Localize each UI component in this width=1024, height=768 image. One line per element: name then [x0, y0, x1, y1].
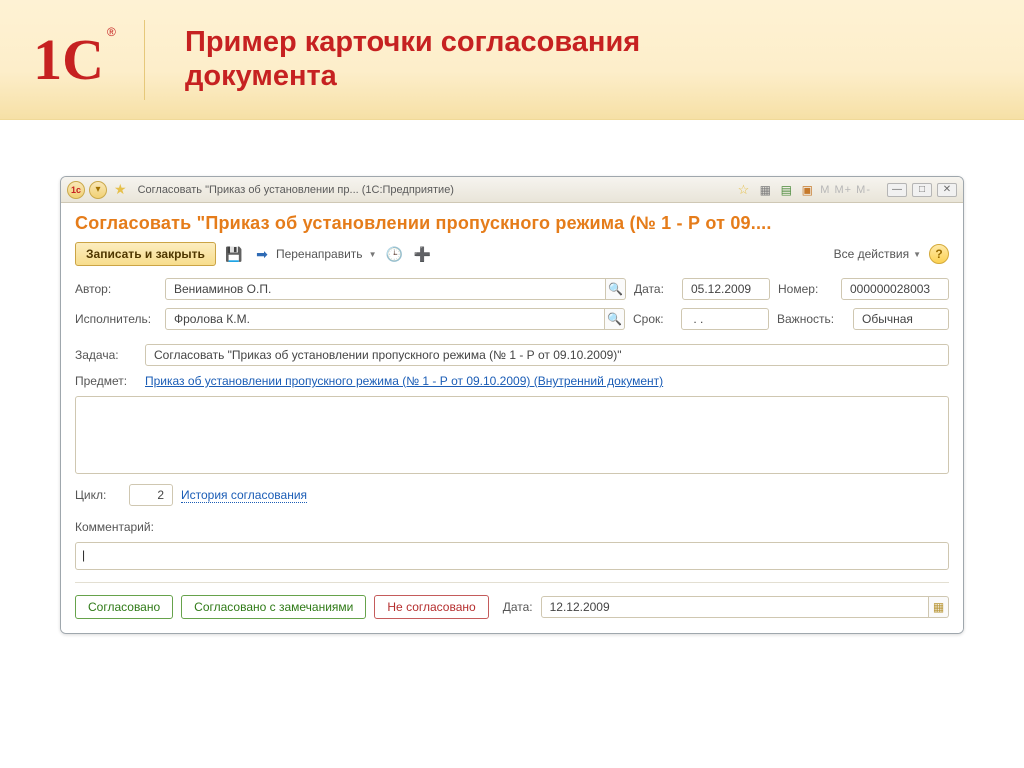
task-field[interactable] — [145, 344, 949, 366]
document-title: Согласовать "Приказ об установлении проп… — [75, 213, 949, 234]
titlebar-left: 1c ▾ ★ Согласовать "Приказ об установлен… — [67, 181, 454, 199]
decision-date-label: Дата: — [503, 600, 533, 614]
author-input[interactable] — [172, 281, 599, 297]
forward-menu[interactable]: ➡ Перенаправить ▼ — [252, 244, 377, 264]
date-input[interactable] — [689, 281, 763, 297]
title-line: документа — [185, 60, 640, 93]
forward-label: Перенаправить — [276, 247, 363, 261]
stage: 1c ▾ ★ Согласовать "Приказ об установлен… — [0, 120, 1024, 634]
subject-link[interactable]: Приказ об установлении пропускного режим… — [145, 374, 663, 388]
description-area[interactable] — [75, 396, 949, 474]
clock-icon[interactable]: 🕒 — [384, 244, 404, 264]
close-button[interactable]: ✕ — [937, 183, 957, 197]
app-window: 1c ▾ ★ Согласовать "Приказ об установлен… — [60, 176, 964, 634]
divider — [144, 20, 145, 100]
history-link[interactable]: История согласования — [181, 488, 307, 503]
importance-label: Важность: — [777, 312, 845, 326]
page-title: Пример карточки согласования документа — [185, 26, 640, 93]
separator — [75, 582, 949, 583]
importance-input[interactable] — [860, 311, 942, 327]
number-input[interactable] — [848, 281, 942, 297]
calendar-icon[interactable]: ▣ — [799, 182, 815, 198]
rejected-button[interactable]: Не согласовано — [374, 595, 488, 619]
all-actions-menu[interactable]: Все действия ▼ — [834, 247, 921, 261]
grid-icon[interactable]: ▦ — [757, 182, 773, 198]
comment-label-row: Комментарий: — [75, 520, 949, 534]
importance-field[interactable] — [853, 308, 949, 330]
star-icon[interactable]: ★ — [114, 181, 127, 198]
decision-bar: Согласовано Согласовано с замечаниями Не… — [75, 595, 949, 619]
add-icon[interactable]: ➕ — [412, 244, 432, 264]
text-caret: | — [82, 548, 85, 562]
date-field[interactable] — [682, 278, 770, 300]
task-row: Задача: — [75, 344, 949, 366]
chevron-down-icon: ▼ — [913, 250, 921, 259]
executor-input[interactable] — [172, 311, 598, 327]
deadline-input[interactable] — [688, 311, 762, 327]
page-header: 1С® Пример карточки согласования докумен… — [0, 0, 1024, 120]
comment-label: Комментарий: — [75, 520, 154, 534]
author-field-group: 🔍 — [165, 278, 626, 300]
calculator-icon[interactable]: ▤ — [778, 182, 794, 198]
executor-field-group: 🔍 — [165, 308, 625, 330]
decision-date-field[interactable] — [541, 596, 929, 618]
deadline-label: Срок: — [633, 312, 673, 326]
author-row: Автор: 🔍 Дата: Номер: — [75, 278, 949, 300]
save-icon[interactable]: 💾 — [224, 244, 244, 264]
task-input[interactable] — [152, 347, 942, 363]
approved-button[interactable]: Согласовано — [75, 595, 173, 619]
favorite-icon[interactable]: ☆ — [738, 182, 750, 198]
cycle-field[interactable] — [129, 484, 173, 506]
toolbar: Записать и закрыть 💾 ➡ Перенаправить ▼ 🕒… — [75, 242, 949, 266]
client-area: Согласовать "Приказ об установлении проп… — [61, 203, 963, 633]
executor-label: Исполнитель: — [75, 312, 157, 326]
number-field[interactable] — [841, 278, 949, 300]
maximize-button[interactable]: □ — [912, 183, 932, 197]
lookup-icon[interactable]: 🔍 — [605, 308, 625, 330]
executor-field[interactable] — [165, 308, 605, 330]
help-icon[interactable]: ? — [929, 244, 949, 264]
chevron-down-icon: ▼ — [369, 250, 377, 259]
comment-field[interactable]: | — [75, 542, 949, 570]
memory-indicators: М М+ М- — [820, 184, 871, 196]
cycle-row: Цикл: История согласования — [75, 484, 949, 506]
cycle-input[interactable] — [136, 487, 166, 503]
executor-row: Исполнитель: 🔍 Срок: Важность: — [75, 308, 949, 330]
title-line: Пример карточки согласования — [185, 26, 640, 59]
minimize-button[interactable]: — — [887, 183, 907, 197]
titlebar-right: ☆ ▦ ▤ ▣ М М+ М- — □ ✕ — [735, 182, 957, 198]
approved-notes-button[interactable]: Согласовано с замечаниями — [181, 595, 366, 619]
dropdown-button[interactable]: ▾ — [89, 181, 107, 199]
all-actions-label: Все действия — [834, 247, 909, 261]
date-label: Дата: — [634, 282, 674, 296]
logo: 1С® — [18, 25, 128, 95]
window-titlebar: 1c ▾ ★ Согласовать "Приказ об установлен… — [61, 177, 963, 203]
decision-date-group: ▦ — [541, 596, 949, 618]
number-label: Номер: — [778, 282, 833, 296]
subject-label: Предмет: — [75, 374, 137, 388]
lookup-icon[interactable]: 🔍 — [606, 278, 626, 300]
author-label: Автор: — [75, 282, 157, 296]
registered-icon: ® — [107, 25, 116, 39]
subject-row: Предмет: Приказ об установлении пропускн… — [75, 374, 949, 388]
app-logo-icon: 1c — [71, 185, 81, 195]
app-menu-button[interactable]: 1c — [67, 181, 85, 199]
task-label: Задача: — [75, 348, 137, 362]
calendar-picker-icon[interactable]: ▦ — [929, 596, 949, 618]
window-title: Согласовать "Приказ об установлении пр..… — [138, 184, 454, 196]
arrow-right-icon: ➡ — [252, 244, 272, 264]
logo-text: 1С — [33, 26, 104, 93]
save-close-button[interactable]: Записать и закрыть — [75, 242, 216, 266]
decision-date-input[interactable] — [548, 599, 922, 615]
cycle-label: Цикл: — [75, 488, 121, 502]
author-field[interactable] — [165, 278, 606, 300]
deadline-field[interactable] — [681, 308, 769, 330]
